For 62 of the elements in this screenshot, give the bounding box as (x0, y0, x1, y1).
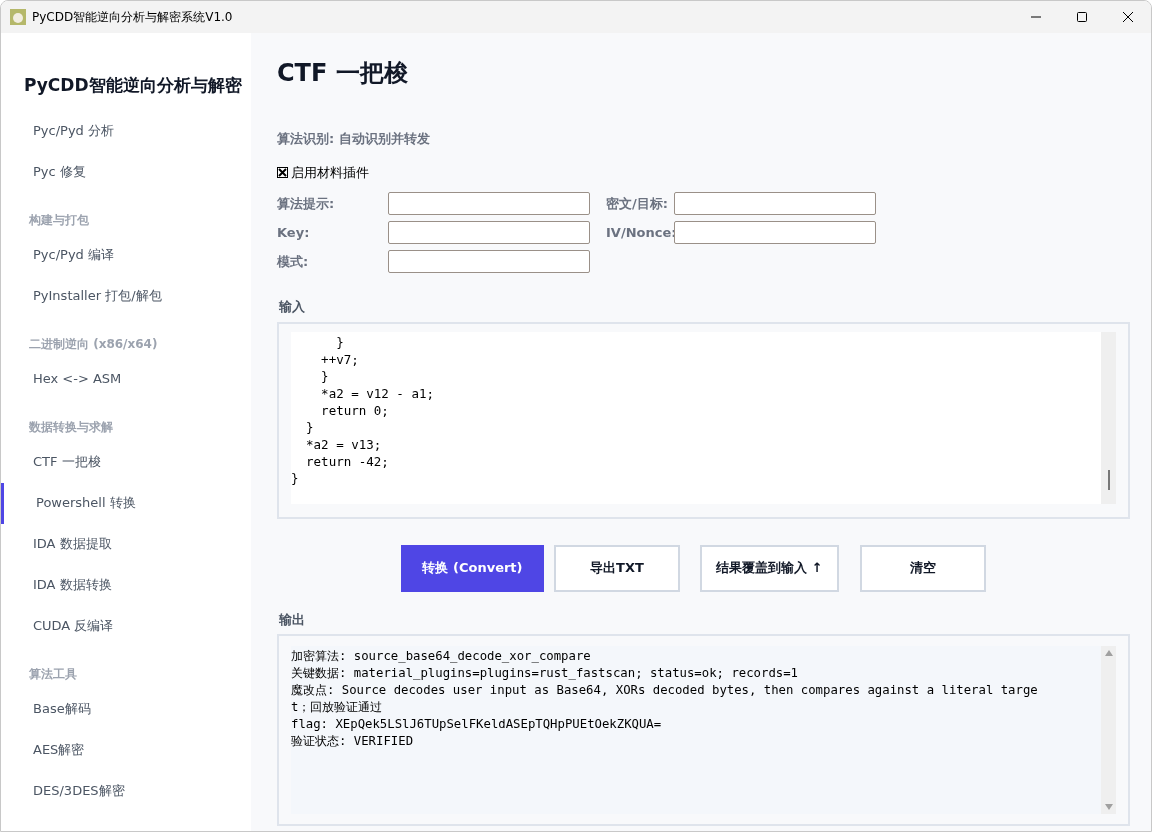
output-line: flag: XEpQek5LSlJ6TUpSelFKeldASEpTQHpPUEtOekZKQUA= (291, 716, 663, 733)
code-line: } (335, 333, 345, 351)
output-text-area[interactable] (291, 646, 1116, 814)
action-button[interactable]: 结果覆盖到输入 ↑ (700, 544, 839, 592)
section-heading: 二进制逆向 (x86/x64) (29, 335, 159, 353)
nav-item[interactable]: IDA 数据提取 (1, 523, 251, 565)
output-line: 魔改点: Source decodes user input as Base64, XORs decoded bytes, then compares against a literal targe (291, 682, 1039, 699)
field-label: IV/Nonce: (606, 223, 674, 242)
section-heading: 构建与打包 (29, 211, 90, 229)
nav-item[interactable]: CUDA 反编译 (1, 605, 251, 647)
algorithm-status: 算法识别: 自动识别并转发 (277, 130, 431, 148)
output-line: 加密算法: source_base64_decode_xor_compare (291, 648, 592, 665)
input-label: 输入 (279, 298, 306, 316)
nav-item[interactable]: IDA 数据转换 (1, 564, 251, 606)
nav-item[interactable]: Pyc/Pyd 编译 (1, 234, 251, 276)
action-button[interactable]: 转换 (Convert) (401, 544, 544, 592)
code-line: } (291, 469, 300, 487)
text-field[interactable] (674, 221, 876, 244)
nav-item[interactable]: Pyc 修复 (1, 151, 251, 193)
field-label: Key: (277, 223, 311, 242)
scroll-down-icon[interactable] (1104, 804, 1113, 810)
sidebar-title: PyCDD智能逆向分析与解密 (24, 74, 243, 97)
action-button[interactable]: 清空 (860, 544, 986, 592)
nav-item[interactable]: PyInstaller 打包/解包 (1, 275, 251, 317)
scrollbar[interactable] (1101, 646, 1116, 814)
field-label: 密文/目标: (606, 194, 669, 213)
nav-item[interactable]: Base解码 (1, 688, 251, 730)
text-field[interactable] (388, 192, 590, 215)
input-text-area[interactable]: } ++v7; } *a2 = v12 - a1; return 0; } *a2 = v13; return -42; } (291, 331, 1116, 504)
window-title: PyCDD智能逆向分析与解密系统V1.0 (32, 9, 233, 26)
text-field[interactable] (674, 192, 876, 215)
maximize-icon (1077, 12, 1087, 22)
nav-item[interactable]: Hex <-> ASM (1, 358, 251, 400)
scrollbar[interactable] (1101, 331, 1116, 504)
code-line: return -42; (305, 452, 390, 470)
code-line: *a2 = v13; (305, 435, 383, 453)
code-line: } (305, 418, 315, 436)
nav-item[interactable]: Pyc/Pyd 分析 (1, 110, 251, 152)
nav-item[interactable]: AES解密 (1, 729, 251, 771)
app-icon (10, 9, 26, 25)
close-icon (1123, 12, 1133, 22)
section-heading: 算法工具 (29, 665, 78, 683)
output-label: 输出 (279, 610, 306, 629)
action-button[interactable]: 导出TXT (554, 544, 680, 592)
text-field[interactable] (388, 221, 590, 244)
scroll-up-icon[interactable] (1104, 650, 1113, 656)
nav-item[interactable]: DES/3DES解密 (1, 770, 251, 812)
code-line: *a2 = v12 - a1; (320, 384, 435, 402)
field-label: 算法提示: (277, 194, 336, 213)
page-title: CTF 一把梭 (277, 58, 409, 89)
nav-item[interactable]: CTF 一把梭 (1, 441, 251, 483)
code-line: ++v7; (320, 350, 360, 368)
code-line: } (320, 367, 330, 385)
output-line: 验证状态: VERIFIED (291, 733, 415, 750)
checkbox-label: 启用材料插件 (291, 163, 369, 182)
checkbox[interactable] (277, 166, 288, 178)
field-label: 模式: (277, 252, 310, 271)
output-line: t；回放验证通过 (291, 699, 384, 716)
section-heading: 数据转换与求解 (29, 418, 114, 436)
code-line: return 0; (320, 401, 390, 419)
text-field[interactable] (388, 250, 590, 273)
output-line: 关键数据: material_plugins=plugins=rust_fastscan; status=ok; records=1 (291, 665, 799, 682)
